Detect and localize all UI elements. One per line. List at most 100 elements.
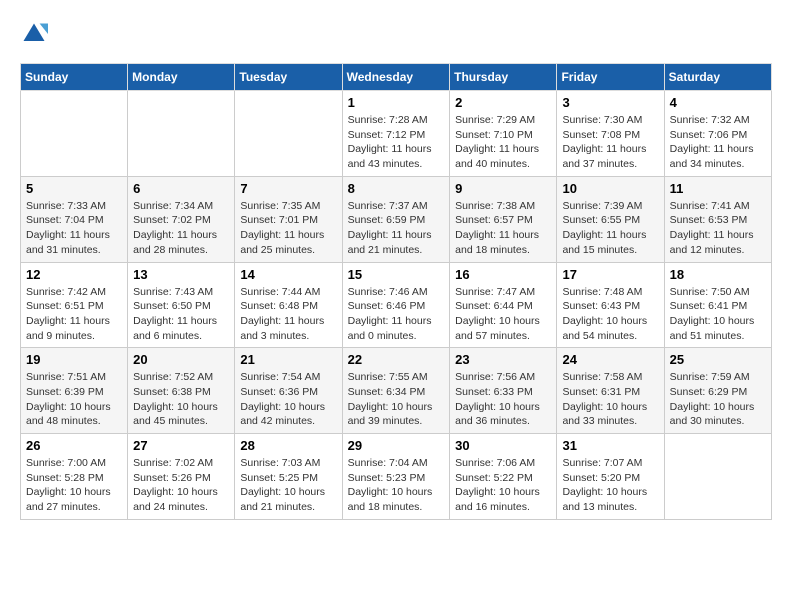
day-number: 20 [133,352,229,367]
logo [20,20,52,48]
calendar-cell [664,434,771,520]
calendar-cell: 5 Sunrise: 7:33 AMSunset: 7:04 PMDaylight… [21,176,128,262]
day-info: Sunrise: 7:47 AMSunset: 6:44 PMDaylight:… [455,285,551,344]
calendar-cell: 25 Sunrise: 7:59 AMSunset: 6:29 PMDayligh… [664,348,771,434]
day-number: 11 [670,181,766,196]
day-info: Sunrise: 7:44 AMSunset: 6:48 PMDaylight:… [240,285,336,344]
day-info: Sunrise: 7:04 AMSunset: 5:23 PMDaylight:… [348,456,445,515]
calendar-cell: 10 Sunrise: 7:39 AMSunset: 6:55 PMDayligh… [557,176,664,262]
day-header-wednesday: Wednesday [342,64,450,91]
calendar-week-row: 5 Sunrise: 7:33 AMSunset: 7:04 PMDaylight… [21,176,772,262]
day-number: 14 [240,267,336,282]
day-number: 22 [348,352,445,367]
day-number: 21 [240,352,336,367]
day-number: 1 [348,95,445,110]
day-number: 25 [670,352,766,367]
day-info: Sunrise: 7:54 AMSunset: 6:36 PMDaylight:… [240,370,336,429]
day-number: 17 [562,267,658,282]
day-info: Sunrise: 7:52 AMSunset: 6:38 PMDaylight:… [133,370,229,429]
day-header-monday: Monday [128,64,235,91]
day-info: Sunrise: 7:38 AMSunset: 6:57 PMDaylight:… [455,199,551,258]
day-info: Sunrise: 7:02 AMSunset: 5:26 PMDaylight:… [133,456,229,515]
day-info: Sunrise: 7:43 AMSunset: 6:50 PMDaylight:… [133,285,229,344]
day-number: 3 [562,95,658,110]
day-number: 8 [348,181,445,196]
day-number: 24 [562,352,658,367]
day-number: 10 [562,181,658,196]
calendar-cell: 29 Sunrise: 7:04 AMSunset: 5:23 PMDayligh… [342,434,450,520]
calendar-header-row: SundayMondayTuesdayWednesdayThursdayFrid… [21,64,772,91]
calendar-cell: 20 Sunrise: 7:52 AMSunset: 6:38 PMDayligh… [128,348,235,434]
day-info: Sunrise: 7:58 AMSunset: 6:31 PMDaylight:… [562,370,658,429]
calendar-cell: 19Sunrise: 7:51 AMSunset: 6:39 PMDayligh… [21,348,128,434]
calendar-cell [235,91,342,177]
day-info: Sunrise: 7:59 AMSunset: 6:29 PMDaylight:… [670,370,766,429]
calendar-week-row: 26Sunrise: 7:00 AMSunset: 5:28 PMDayligh… [21,434,772,520]
day-number: 18 [670,267,766,282]
calendar-cell [21,91,128,177]
calendar-week-row: 19Sunrise: 7:51 AMSunset: 6:39 PMDayligh… [21,348,772,434]
calendar-cell: 12 Sunrise: 7:42 AMSunset: 6:51 PMDayligh… [21,262,128,348]
calendar-cell: 27 Sunrise: 7:02 AMSunset: 5:26 PMDayligh… [128,434,235,520]
day-info: Sunrise: 7:32 AMSunset: 7:06 PMDaylight:… [670,113,766,172]
calendar-week-row: 1 Sunrise: 7:28 AMSunset: 7:12 PMDaylight… [21,91,772,177]
day-number: 7 [240,181,336,196]
calendar-cell: 17Sunrise: 7:48 AMSunset: 6:43 PMDayligh… [557,262,664,348]
day-header-friday: Friday [557,64,664,91]
day-info: Sunrise: 7:51 AMSunset: 6:39 PMDaylight:… [26,370,122,429]
calendar-cell: 14 Sunrise: 7:44 AMSunset: 6:48 PMDayligh… [235,262,342,348]
day-info: Sunrise: 7:29 AMSunset: 7:10 PMDaylight:… [455,113,551,172]
calendar-cell: 4 Sunrise: 7:32 AMSunset: 7:06 PMDaylight… [664,91,771,177]
day-number: 9 [455,181,551,196]
calendar-cell: 15Sunrise: 7:46 AMSunset: 6:46 PMDayligh… [342,262,450,348]
day-info: Sunrise: 7:56 AMSunset: 6:33 PMDaylight:… [455,370,551,429]
calendar-cell: 7 Sunrise: 7:35 AMSunset: 7:01 PMDaylight… [235,176,342,262]
day-info: Sunrise: 7:07 AMSunset: 5:20 PMDaylight:… [562,456,658,515]
page-header [20,20,772,48]
calendar-cell: 21 Sunrise: 7:54 AMSunset: 6:36 PMDayligh… [235,348,342,434]
day-number: 27 [133,438,229,453]
day-header-sunday: Sunday [21,64,128,91]
calendar-cell: 6Sunrise: 7:34 AMSunset: 7:02 PMDaylight… [128,176,235,262]
day-number: 13 [133,267,229,282]
day-number: 23 [455,352,551,367]
calendar-cell: 23 Sunrise: 7:56 AMSunset: 6:33 PMDayligh… [450,348,557,434]
day-number: 5 [26,181,122,196]
day-number: 26 [26,438,122,453]
calendar-cell: 9 Sunrise: 7:38 AMSunset: 6:57 PMDaylight… [450,176,557,262]
calendar-cell: 8 Sunrise: 7:37 AMSunset: 6:59 PMDaylight… [342,176,450,262]
calendar-cell: 22 Sunrise: 7:55 AMSunset: 6:34 PMDayligh… [342,348,450,434]
calendar-cell: 13 Sunrise: 7:43 AMSunset: 6:50 PMDayligh… [128,262,235,348]
calendar-cell: 31 Sunrise: 7:07 AMSunset: 5:20 PMDayligh… [557,434,664,520]
calendar-cell: 2 Sunrise: 7:29 AMSunset: 7:10 PMDaylight… [450,91,557,177]
day-info: Sunrise: 7:33 AMSunset: 7:04 PMDaylight:… [26,199,122,258]
logo-icon [20,20,48,48]
day-info: Sunrise: 7:55 AMSunset: 6:34 PMDaylight:… [348,370,445,429]
day-number: 28 [240,438,336,453]
day-info: Sunrise: 7:39 AMSunset: 6:55 PMDaylight:… [562,199,658,258]
day-number: 4 [670,95,766,110]
day-info: Sunrise: 7:30 AMSunset: 7:08 PMDaylight:… [562,113,658,172]
calendar-cell: 3 Sunrise: 7:30 AMSunset: 7:08 PMDaylight… [557,91,664,177]
day-number: 15 [348,267,445,282]
day-header-tuesday: Tuesday [235,64,342,91]
day-number: 2 [455,95,551,110]
calendar-cell: 24 Sunrise: 7:58 AMSunset: 6:31 PMDayligh… [557,348,664,434]
day-number: 12 [26,267,122,282]
day-number: 16 [455,267,551,282]
day-info: Sunrise: 7:41 AMSunset: 6:53 PMDaylight:… [670,199,766,258]
day-info: Sunrise: 7:28 AMSunset: 7:12 PMDaylight:… [348,113,445,172]
day-number: 31 [562,438,658,453]
day-info: Sunrise: 7:50 AMSunset: 6:41 PMDaylight:… [670,285,766,344]
day-info: Sunrise: 7:37 AMSunset: 6:59 PMDaylight:… [348,199,445,258]
day-info: Sunrise: 7:06 AMSunset: 5:22 PMDaylight:… [455,456,551,515]
day-info: Sunrise: 7:35 AMSunset: 7:01 PMDaylight:… [240,199,336,258]
day-number: 29 [348,438,445,453]
calendar-cell: 26Sunrise: 7:00 AMSunset: 5:28 PMDayligh… [21,434,128,520]
calendar-cell: 1 Sunrise: 7:28 AMSunset: 7:12 PMDaylight… [342,91,450,177]
day-info: Sunrise: 7:03 AMSunset: 5:25 PMDaylight:… [240,456,336,515]
calendar-cell: 18 Sunrise: 7:50 AMSunset: 6:41 PMDayligh… [664,262,771,348]
calendar-table: SundayMondayTuesdayWednesdayThursdayFrid… [20,63,772,520]
day-info: Sunrise: 7:42 AMSunset: 6:51 PMDaylight:… [26,285,122,344]
day-number: 30 [455,438,551,453]
